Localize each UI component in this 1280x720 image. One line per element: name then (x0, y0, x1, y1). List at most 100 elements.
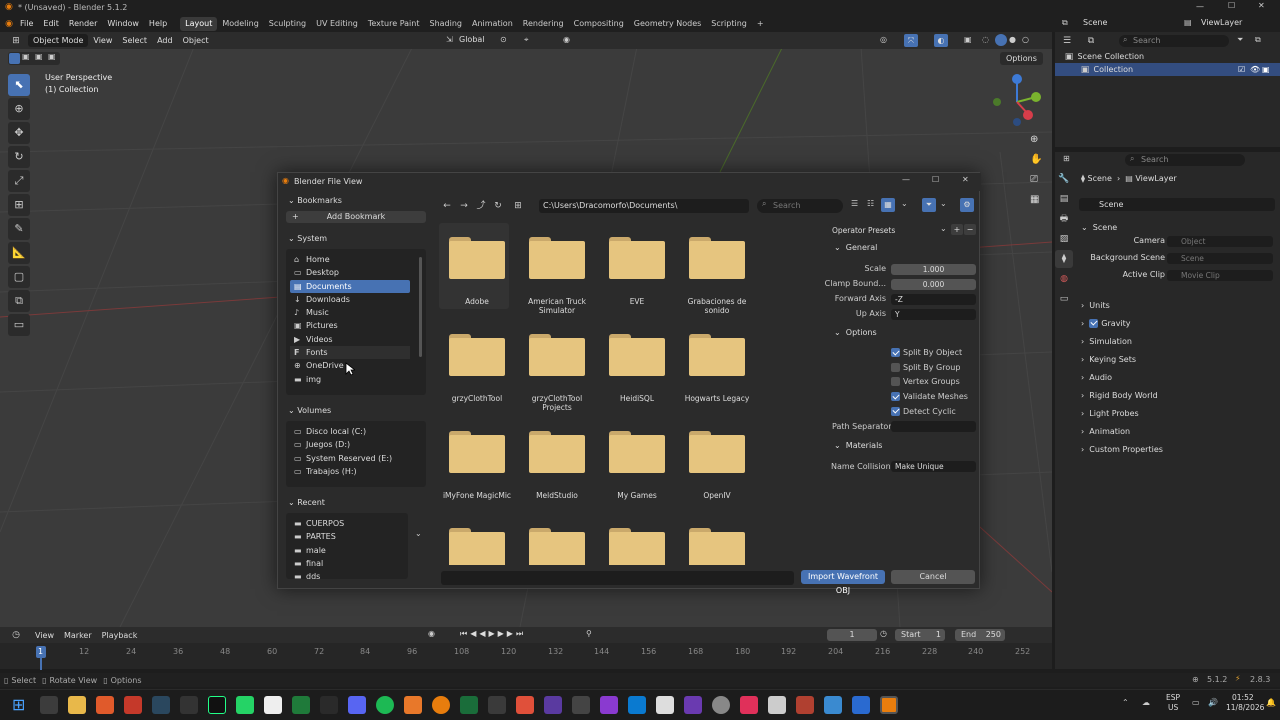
calculator-icon[interactable] (852, 696, 870, 714)
panel-keying-sets[interactable]: › Keying Sets (1081, 350, 1277, 368)
tab-layout[interactable]: Layout (180, 17, 218, 31)
solid-shading-icon[interactable] (995, 34, 1007, 46)
filter-dropdown-icon[interactable]: ⌄ (940, 199, 947, 208)
pt-app-icon[interactable] (460, 696, 478, 714)
scene-tab-icon[interactable]: ⧫ (1055, 250, 1073, 268)
end-frame-field[interactable]: End 250 (955, 629, 1005, 641)
menu-edit[interactable]: Edit (38, 15, 64, 32)
language-primary[interactable]: ESP (1166, 693, 1180, 702)
app-icon-light[interactable] (768, 696, 786, 714)
clock-time[interactable]: 01:52 (1232, 693, 1254, 702)
viewport-menu-view[interactable]: View (88, 32, 117, 49)
settings-gear-icon[interactable]: ⚙ (960, 198, 974, 212)
recent-item[interactable]: ▬ PARTES (286, 530, 408, 543)
refresh-icon[interactable]: ↻ (492, 200, 504, 212)
pivot-icon[interactable]: ⊙ (500, 35, 507, 44)
timeline-ruler[interactable] (0, 645, 1052, 661)
xray-icon[interactable]: ▣ (964, 35, 972, 44)
extrude-tool-icon[interactable]: ⧉ (8, 290, 30, 312)
recent-item[interactable]: ▬ CUERPOS (286, 517, 408, 530)
select-extend-icon[interactable]: ▣ (22, 52, 30, 61)
app-icon-white[interactable] (656, 696, 674, 714)
split-by-group-row[interactable]: Split By Group (891, 361, 981, 376)
system-item-pictures[interactable]: ▣ Pictures (290, 319, 410, 332)
vscode-icon[interactable] (628, 696, 646, 714)
start-frame-field[interactable]: Start 1 (895, 629, 945, 641)
system-header[interactable]: ⌄ System (282, 231, 430, 247)
grid-view-icon[interactable]: ▦ (1030, 194, 1039, 205)
add-workspace-icon[interactable]: + (752, 17, 769, 31)
tab-texture-paint[interactable]: Texture Paint (363, 17, 425, 31)
display-dropdown-icon[interactable]: ⌄ (901, 199, 908, 208)
folder-item[interactable]: My Games (601, 431, 673, 500)
zoom-icon[interactable]: ⊕ (1030, 134, 1038, 145)
new-collection-icon[interactable]: ⧉ (1255, 35, 1261, 45)
scene-datablock-field[interactable]: Scene (1079, 198, 1275, 211)
clamp-field[interactable]: 0.000 (891, 279, 976, 290)
tab-shading[interactable]: Shading (424, 17, 467, 31)
timeline-menu-view[interactable]: View (30, 627, 59, 644)
network-icon[interactable]: ▭ (1192, 698, 1200, 707)
collection-tab-icon[interactable]: ▭ (1055, 290, 1073, 308)
list-view-icon[interactable]: ☰ (851, 199, 858, 208)
grease-pencil-tool-icon[interactable]: ▭ (8, 314, 30, 336)
dialog-maximize-icon[interactable]: ☐ (932, 175, 939, 184)
recent-item[interactable]: ▬ male (286, 544, 408, 557)
viewport-menu-add[interactable]: Add (152, 32, 178, 49)
terminal-icon[interactable] (320, 696, 338, 714)
visibility-icon[interactable]: ◎ (880, 35, 887, 44)
folder-item[interactable]: Grabaciones de sonido (681, 237, 753, 315)
viewport-menu-object[interactable]: Object (178, 32, 214, 49)
gizmo-toggle-icon[interactable]: ⤧ (904, 34, 918, 47)
gravity-checkbox[interactable] (1089, 318, 1099, 328)
timeline-menu-marker[interactable]: Marker (59, 627, 97, 644)
scale-tool-icon[interactable]: ⤢ (8, 170, 30, 192)
language-secondary[interactable]: US (1168, 703, 1178, 712)
recent-item[interactable]: ▬ final (286, 557, 408, 570)
select-tool-icon[interactable]: ⬉ (8, 74, 30, 96)
playback-controls[interactable]: ⏮◀◀▶▶▶⏭ (460, 629, 526, 639)
tab-geometry-nodes[interactable]: Geometry Nodes (629, 17, 706, 31)
whatsapp-icon[interactable] (236, 696, 254, 714)
add-cube-tool-icon[interactable]: ▢ (8, 266, 30, 288)
folder-item[interactable] (441, 528, 513, 565)
annotate-tool-icon[interactable]: ✎ (8, 218, 30, 240)
folder-item[interactable]: Adobe (441, 237, 513, 306)
scene-name[interactable]: Scene (1083, 18, 1107, 27)
snap-icon[interactable]: ⌖ (524, 35, 529, 45)
add-bookmark-button[interactable]: + Add Bookmark (286, 211, 426, 223)
volume-item-e[interactable]: ▭ System Reserved (E:) (286, 452, 426, 465)
app-icon-dark[interactable] (488, 696, 506, 714)
dialog-close-icon[interactable]: ✕ (962, 175, 969, 184)
clock-date[interactable]: 11/8/2026 (1226, 703, 1264, 712)
scene-icon[interactable]: ⧉ (1062, 18, 1068, 28)
windows-start-icon[interactable]: ⊞ (12, 696, 30, 714)
detect-cyclic-checkbox[interactable] (891, 406, 900, 416)
vertex-groups-checkbox[interactable] (891, 377, 900, 387)
system-item-videos[interactable]: ▶ Videos (290, 333, 410, 346)
parent-directory-icon[interactable]: ⤴ (475, 200, 487, 212)
split-by-object-row[interactable]: Split By Object (891, 346, 981, 361)
epic-games-icon[interactable] (180, 696, 198, 714)
folder-item[interactable]: MeldStudio (521, 431, 593, 500)
folder-item[interactable] (681, 528, 753, 565)
split-by-group-checkbox[interactable] (891, 362, 900, 372)
recent-dropdown-icon[interactable]: ⌄ (415, 529, 422, 538)
filter-icon[interactable]: ⏷ (1237, 35, 1243, 45)
system-item-home[interactable]: ⌂ Home (290, 253, 410, 266)
blender-active-icon[interactable] (880, 696, 898, 714)
add-preset-icon[interactable]: + (951, 224, 963, 235)
directory-path-input[interactable]: C:\Users\Dracomorfo\Documents\ (539, 199, 749, 213)
onedrive-tray-icon[interactable]: ☁ (1142, 698, 1150, 707)
close-icon[interactable]: ✕ (1258, 1, 1265, 10)
up-axis-dropdown[interactable]: Y (891, 309, 976, 320)
detect-cyclic-row[interactable]: Detect Cyclic Curv... (891, 405, 981, 430)
current-frame-field[interactable]: 1 (827, 629, 877, 641)
editor-type-icon[interactable]: ⊞ (10, 35, 22, 47)
app-icon-mid[interactable] (684, 696, 702, 714)
panel-animation[interactable]: › Animation (1081, 422, 1277, 440)
rotate-tool-icon[interactable]: ↻ (8, 146, 30, 168)
keying-icon[interactable]: ⚲ (586, 629, 592, 638)
output-tab-icon[interactable]: 🖶 (1055, 210, 1073, 228)
panel-light-probes[interactable]: › Light Probes (1081, 404, 1277, 422)
